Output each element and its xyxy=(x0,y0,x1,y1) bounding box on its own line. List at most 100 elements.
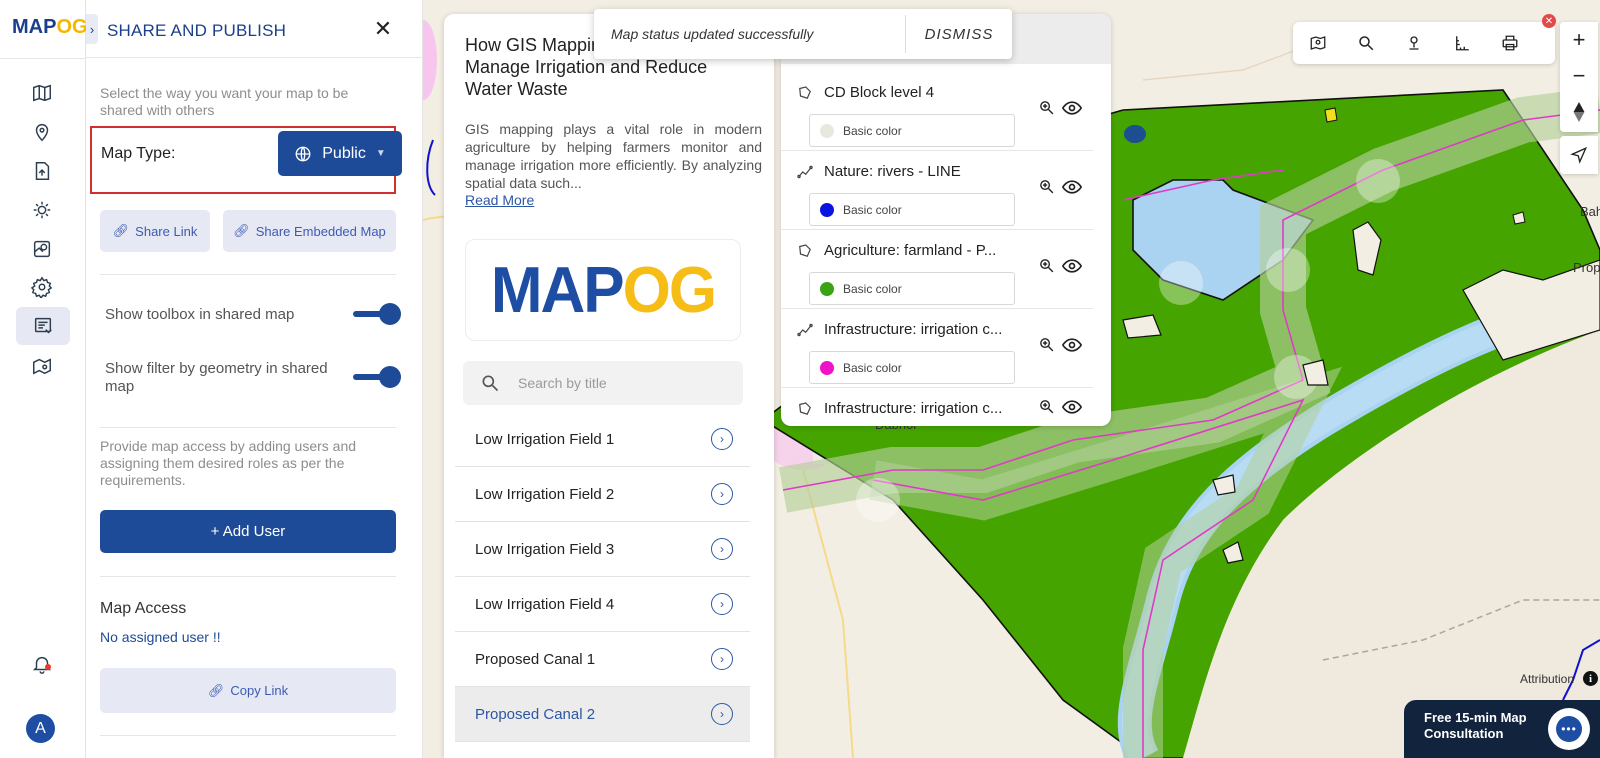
chat-button[interactable]: ••• xyxy=(1548,708,1590,750)
status-toast: Map status updated successfully DISMISS xyxy=(594,9,1012,59)
close-toolbar-icon[interactable]: ✕ xyxy=(1542,14,1556,28)
chat-bubble-icon: ••• xyxy=(1556,716,1582,742)
zoom-in-icon[interactable] xyxy=(1038,178,1055,195)
zoom-control: + − xyxy=(1560,22,1598,132)
map-access-title: Map Access xyxy=(100,600,187,617)
chevron-right-icon[interactable]: › xyxy=(86,14,98,44)
filter-geometry-toggle[interactable] xyxy=(353,366,401,388)
chevron-right-circle-icon[interactable]: › xyxy=(711,538,733,560)
color-swatch xyxy=(820,203,834,217)
chevron-right-circle-icon[interactable]: › xyxy=(711,593,733,615)
map-toolbar xyxy=(1293,22,1555,64)
list-item[interactable]: Proposed Canal 1 › xyxy=(455,632,750,687)
map-edge-label: Prop xyxy=(1573,260,1600,275)
layer-panel: CD Block level 4 Basic color Nature: riv… xyxy=(781,14,1111,426)
globe-icon xyxy=(295,146,311,161)
toolbox-toggle[interactable] xyxy=(353,303,401,325)
upload-file-icon[interactable] xyxy=(28,157,56,185)
rail-divider xyxy=(0,58,86,59)
add-user-button[interactable]: + Add User xyxy=(100,510,396,553)
divider xyxy=(100,427,396,428)
layer-style-selector[interactable]: Basic color xyxy=(809,114,1015,147)
link-icon: 🔗︎ xyxy=(207,682,225,698)
compass-icon[interactable] xyxy=(1560,94,1598,130)
layer-row: Infrastructure: irrigation c... xyxy=(781,388,1093,426)
search-input[interactable] xyxy=(518,371,728,395)
map-user-icon[interactable] xyxy=(28,352,56,380)
chevron-right-circle-icon[interactable]: › xyxy=(711,703,733,725)
location-marker-icon[interactable] xyxy=(1403,32,1425,54)
list-item[interactable]: Low Irrigation Field 4 › xyxy=(455,577,750,632)
share-embedded-map-button[interactable]: 🔗︎ Share Embedded Map xyxy=(223,210,396,252)
polygon-icon xyxy=(796,400,814,418)
divider xyxy=(100,274,396,275)
eye-icon[interactable] xyxy=(1061,179,1083,195)
share-publish-icon[interactable] xyxy=(16,307,70,345)
layer-name: Agriculture: farmland - P... xyxy=(824,242,997,259)
zoom-in-icon[interactable] xyxy=(1038,257,1055,274)
eye-icon[interactable] xyxy=(1061,337,1083,353)
layer-name: Infrastructure: irrigation c... xyxy=(824,321,1003,338)
list-item-selected[interactable]: Proposed Canal 2 › xyxy=(455,687,750,742)
color-swatch xyxy=(820,124,834,138)
zoom-in-icon[interactable] xyxy=(1038,99,1055,116)
read-more-link[interactable]: Read More xyxy=(465,192,534,208)
dismiss-button[interactable]: DISMISS xyxy=(906,9,1012,59)
map-icon[interactable] xyxy=(28,79,56,107)
layer-name: Infrastructure: irrigation c... xyxy=(824,400,1003,417)
link-icon: 🔗︎ xyxy=(233,223,250,238)
copy-link-button[interactable]: 🔗︎ Copy Link xyxy=(100,668,396,713)
chevron-right-circle-icon[interactable]: › xyxy=(711,428,733,450)
list-item[interactable]: Low Irrigation Field 3 › xyxy=(455,522,750,577)
notification-bell-icon[interactable] xyxy=(28,650,56,678)
story-description: GIS mapping plays a vital role in modern… xyxy=(465,121,762,191)
layer-style-selector[interactable]: Basic color xyxy=(809,272,1015,305)
eye-icon[interactable] xyxy=(1061,100,1083,116)
process-gear-icon[interactable] xyxy=(28,196,56,224)
settings-icon[interactable] xyxy=(28,273,56,301)
divider xyxy=(100,576,396,577)
panel-title: SHARE AND PUBLISH xyxy=(107,21,287,40)
polygon-icon xyxy=(796,84,814,102)
eye-icon[interactable] xyxy=(1061,258,1083,274)
app-logo[interactable]: MAPOG xyxy=(12,16,88,39)
info-icon[interactable]: i xyxy=(1583,671,1598,686)
consultation-widget[interactable]: Free 15-min Map Consultation ••• xyxy=(1404,700,1600,758)
chevron-right-circle-icon[interactable]: › xyxy=(711,648,733,670)
toast-message: Map status updated successfully xyxy=(611,26,814,42)
list-item[interactable]: Low Irrigation Field 2 › xyxy=(455,467,750,522)
chevron-right-circle-icon[interactable]: › xyxy=(711,483,733,505)
layer-name: Nature: rivers - LINE xyxy=(824,163,961,180)
measure-icon[interactable] xyxy=(1451,32,1473,54)
map-type-dropdown[interactable]: Public ▼ xyxy=(278,131,402,176)
zoom-in-icon[interactable] xyxy=(1038,336,1055,353)
attribution-text[interactable]: Attribution xyxy=(1520,672,1574,686)
no-user-text: No assigned user !! xyxy=(100,629,221,645)
color-swatch xyxy=(820,361,834,375)
list-item[interactable]: Low Irrigation Field 1 › xyxy=(455,412,750,467)
consultation-text: Free 15-min Map Consultation xyxy=(1424,710,1527,741)
search-icon xyxy=(480,373,500,398)
avatar[interactable]: A xyxy=(26,714,55,743)
zoom-out-button[interactable]: − xyxy=(1560,58,1598,94)
share-link-button[interactable]: 🔗︎ Share Link xyxy=(100,210,210,252)
notification-dot xyxy=(45,664,51,670)
layer-style-selector[interactable]: Basic color xyxy=(809,193,1015,226)
eye-icon[interactable] xyxy=(1061,399,1083,415)
layer-style-selector[interactable]: Basic color xyxy=(809,351,1015,384)
map-analysis-icon[interactable] xyxy=(28,235,56,263)
close-icon[interactable]: ✕ xyxy=(371,16,395,41)
locate-me-icon[interactable] xyxy=(1560,136,1598,174)
divider xyxy=(100,735,396,736)
share-panel: › SHARE AND PUBLISH ✕ Select the way you… xyxy=(86,0,423,758)
print-icon[interactable] xyxy=(1499,32,1521,54)
zoom-in-button[interactable]: + xyxy=(1560,22,1598,58)
location-pin-icon[interactable] xyxy=(28,118,56,146)
chevron-down-icon: ▼ xyxy=(375,148,386,159)
color-swatch xyxy=(820,282,834,296)
map-identify-icon[interactable] xyxy=(1307,32,1329,54)
access-intro-text: Provide map access by adding users and a… xyxy=(100,438,357,488)
search-icon[interactable] xyxy=(1355,32,1377,54)
zoom-in-icon[interactable] xyxy=(1038,398,1055,415)
link-icon: 🔗︎ xyxy=(112,223,130,238)
